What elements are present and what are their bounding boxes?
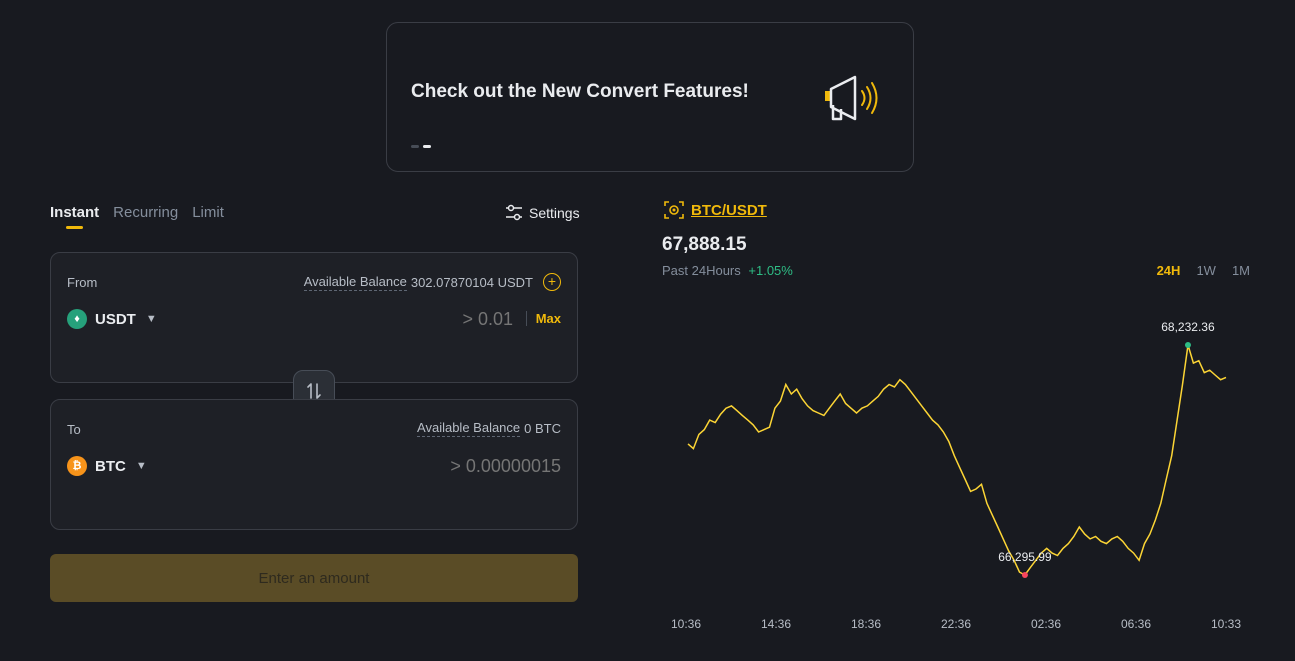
promo-banner[interactable]: Check out the New Convert Features! <box>386 22 914 172</box>
max-label: 68,232.36 <box>1161 320 1215 334</box>
x-tick-label: 18:36 <box>851 617 881 631</box>
to-balance: Available Balance 0 BTC <box>417 420 561 437</box>
price-change: +1.05% <box>748 263 793 278</box>
from-balance-value: 302.07870104 USDT <box>410 274 533 290</box>
x-tick-label: 14:36 <box>761 617 791 631</box>
period-label: Past 24Hours <box>662 263 741 278</box>
price-line-group <box>687 344 1227 576</box>
banner-dot[interactable] <box>411 145 419 148</box>
enter-amount-button[interactable]: Enter an amount <box>50 554 578 602</box>
tab-instant[interactable]: Instant <box>50 204 99 229</box>
current-price: 67,888.15 <box>662 234 747 255</box>
from-balance-label: Available Balance <box>303 273 407 291</box>
x-tick-label: 02:36 <box>1031 617 1061 631</box>
to-amount-input[interactable] <box>261 456 561 477</box>
from-coin-name: USDT <box>95 310 136 328</box>
x-tick-label: 22:36 <box>941 617 971 631</box>
chevron-down-icon: ▼ <box>135 460 147 472</box>
banner-pagination[interactable] <box>411 145 431 148</box>
range-selector: 24H 1W 1M <box>1157 263 1250 278</box>
megaphone-icon <box>825 75 878 121</box>
from-panel: From Available Balance 302.07870104 USDT… <box>50 252 578 383</box>
min-marker <box>1021 571 1028 578</box>
max-marker <box>1184 342 1191 349</box>
sliders-icon <box>506 204 522 221</box>
x-tick-label: 06:36 <box>1121 617 1151 631</box>
convert-tabs: Instant Recurring Limit <box>50 204 224 229</box>
settings-button[interactable]: Settings <box>505 204 580 222</box>
pair-link[interactable]: BTC/USDT <box>663 199 767 221</box>
tab-limit[interactable]: Limit <box>192 204 224 221</box>
btc-logo-icon: ₿ <box>67 456 87 476</box>
from-coin-selector[interactable]: ♦ USDT ▼ <box>67 309 157 329</box>
add-funds-icon[interactable]: + <box>543 273 561 291</box>
pair-label: BTC/USDT <box>691 201 767 219</box>
swap-arrows-icon <box>307 383 321 399</box>
chevron-down-icon: ▼ <box>145 313 157 325</box>
to-balance-value: 0 BTC <box>524 421 561 436</box>
from-balance: Available Balance 302.07870104 USDT + <box>303 273 561 291</box>
range-24h[interactable]: 24H <box>1157 263 1181 278</box>
x-axis-ticks: 10:36 14:36 18:36 22:36 02:36 06:36 10:33 <box>671 617 1241 631</box>
from-label: From <box>67 275 98 290</box>
chart-markers: 68,232.36 66,295.99 <box>998 320 1215 578</box>
price-line <box>687 344 1227 576</box>
x-tick-label: 10:36 <box>671 617 701 631</box>
max-button[interactable]: Max <box>525 311 561 326</box>
from-amount-input[interactable] <box>293 309 513 330</box>
to-coin-selector[interactable]: ₿ BTC ▼ <box>67 456 147 476</box>
change-row: Past 24Hours +1.05% <box>662 263 793 278</box>
to-panel: To Available Balance 0 BTC ₿ BTC ▼ <box>50 399 578 530</box>
usdt-logo-icon: ♦ <box>67 309 87 329</box>
range-1m[interactable]: 1M <box>1232 263 1250 278</box>
settings-label: Settings <box>529 205 580 221</box>
min-label: 66,295.99 <box>998 550 1052 564</box>
range-1w[interactable]: 1W <box>1196 263 1216 278</box>
banner-title: Check out the New Convert Features! <box>411 81 749 102</box>
banner-dot-active[interactable] <box>423 145 431 148</box>
x-tick-label: 10:33 <box>1211 617 1241 631</box>
price-chart: 10:36 14:36 18:36 22:36 02:36 06:36 10:33 68,2… <box>671 320 1241 631</box>
tab-recurring[interactable]: Recurring <box>113 204 178 221</box>
to-label: To <box>67 422 81 437</box>
market-icon <box>664 201 684 219</box>
to-coin-name: BTC <box>95 457 126 475</box>
to-balance-label: Available Balance <box>417 420 521 437</box>
